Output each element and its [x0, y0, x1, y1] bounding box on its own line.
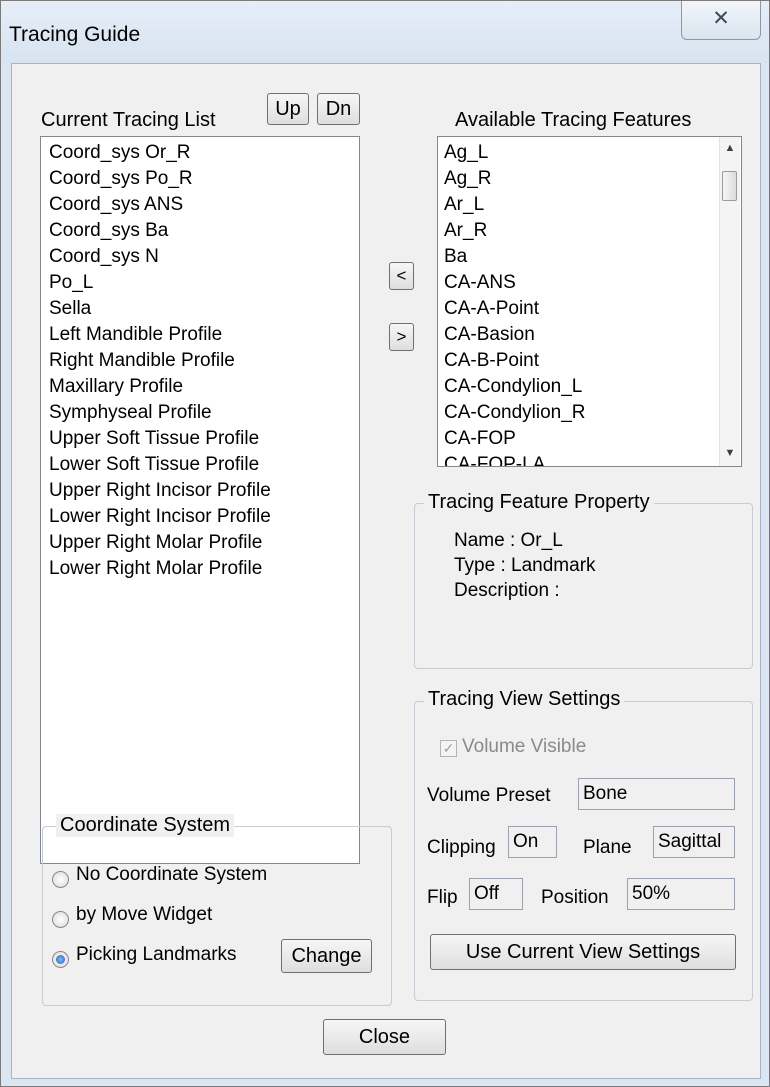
- no-coordinate-system-label: No Coordinate System: [76, 864, 268, 885]
- change-button[interactable]: Change: [281, 939, 372, 973]
- list-item[interactable]: Ag_L: [444, 140, 741, 166]
- list-item[interactable]: Upper Right Incisor Profile: [49, 478, 359, 504]
- list-item[interactable]: CA-Condylion_R: [444, 400, 741, 426]
- clipping-label: Clipping: [427, 837, 496, 858]
- window-title: Tracing Guide: [9, 23, 141, 46]
- list-item[interactable]: CA-FOP-LA: [444, 452, 741, 466]
- position-label: Position: [541, 887, 609, 908]
- current-tracing-listbox[interactable]: Coord_sys Or_R Coord_sys Po_R Coord_sys AN…: [40, 136, 360, 864]
- volume-visible-label: Volume Visible: [462, 736, 587, 757]
- list-item[interactable]: Coord_sys Ba: [49, 218, 359, 244]
- list-item[interactable]: Upper Right Molar Profile: [49, 530, 359, 556]
- radio-no-coordinate-system[interactable]: [52, 871, 69, 888]
- volume-preset-label: Volume Preset: [427, 785, 551, 806]
- list-item[interactable]: Po_L: [49, 270, 359, 296]
- list-item[interactable]: Lower Right Incisor Profile: [49, 504, 359, 530]
- radio-by-move-widget[interactable]: [52, 911, 69, 928]
- list-item[interactable]: Coord_sys Po_R: [49, 166, 359, 192]
- dialog-body: Current Tracing List Up Dn Coord_sys Or_…: [11, 63, 761, 1079]
- clipping-field[interactable]: On: [508, 826, 557, 858]
- list-item[interactable]: Ar_L: [444, 192, 741, 218]
- volume-preset-field[interactable]: Bone: [578, 778, 735, 810]
- checkmark-icon: ✓: [442, 740, 455, 756]
- available-features-label: Available Tracing Features: [455, 109, 692, 131]
- radio-picking-landmarks[interactable]: [52, 951, 69, 968]
- list-item[interactable]: CA-FOP: [444, 426, 741, 452]
- by-move-widget-label: by Move Widget: [76, 904, 213, 925]
- feature-type-text: Type : Landmark: [454, 555, 596, 576]
- plane-label: Plane: [583, 837, 632, 858]
- vertical-scrollbar[interactable]: ▲ ▼: [719, 137, 740, 466]
- title-bar[interactable]: Tracing Guide ✕: [1, 1, 769, 63]
- feature-property-title: Tracing Feature Property: [424, 491, 654, 514]
- list-item[interactable]: CA-ANS: [444, 270, 741, 296]
- position-field[interactable]: 50%: [627, 878, 735, 910]
- list-item[interactable]: CA-Condylion_L: [444, 374, 741, 400]
- list-item[interactable]: CA-A-Point: [444, 296, 741, 322]
- plane-field[interactable]: Sagittal: [653, 826, 735, 858]
- list-item[interactable]: Sella: [49, 296, 359, 322]
- move-left-button[interactable]: <: [389, 262, 414, 290]
- list-item[interactable]: Lower Soft Tissue Profile: [49, 452, 359, 478]
- scroll-up-icon[interactable]: ▲: [720, 137, 740, 159]
- list-item[interactable]: Coord_sys Or_R: [49, 140, 359, 166]
- feature-name-text: Name : Or_L: [454, 530, 563, 551]
- move-right-button[interactable]: >: [389, 323, 414, 351]
- list-item[interactable]: CA-Basion: [444, 322, 741, 348]
- move-up-button[interactable]: Up: [267, 93, 309, 125]
- flip-field[interactable]: Off: [469, 878, 523, 910]
- move-down-button[interactable]: Dn: [317, 93, 360, 125]
- flip-label: Flip: [427, 887, 458, 908]
- list-item[interactable]: Coord_sys N: [49, 244, 359, 270]
- feature-description-text: Description :: [454, 580, 560, 601]
- list-item[interactable]: Ba: [444, 244, 741, 270]
- list-item[interactable]: Left Mandible Profile: [49, 322, 359, 348]
- volume-visible-checkbox[interactable]: ✓: [440, 740, 457, 757]
- current-tracing-list-label: Current Tracing List: [41, 109, 216, 131]
- list-item[interactable]: Coord_sys ANS: [49, 192, 359, 218]
- list-item[interactable]: Maxillary Profile: [49, 374, 359, 400]
- close-window-button[interactable]: ✕: [681, 1, 761, 40]
- view-settings-title: Tracing View Settings: [424, 688, 625, 711]
- list-item[interactable]: Right Mandible Profile: [49, 348, 359, 374]
- scroll-down-icon[interactable]: ▼: [720, 442, 740, 464]
- list-item[interactable]: Ag_R: [444, 166, 741, 192]
- coordinate-system-title: Coordinate System: [56, 814, 235, 837]
- list-item[interactable]: Upper Soft Tissue Profile: [49, 426, 359, 452]
- close-button[interactable]: Close: [323, 1019, 446, 1055]
- close-icon: ✕: [712, 7, 730, 30]
- use-current-view-settings-button[interactable]: Use Current View Settings: [430, 934, 736, 970]
- list-item[interactable]: Ar_R: [444, 218, 741, 244]
- picking-landmarks-label: Picking Landmarks: [76, 944, 237, 965]
- list-item[interactable]: Symphyseal Profile: [49, 400, 359, 426]
- tracing-guide-window: Tracing Guide ✕ Current Tracing List Up …: [0, 0, 770, 1087]
- available-features-listbox[interactable]: Ag_L Ag_R Ar_L Ar_R Ba CA-ANS CA-A-Point CA-Bas…: [437, 136, 742, 467]
- scroll-thumb[interactable]: [722, 171, 737, 201]
- list-item[interactable]: Lower Right Molar Profile: [49, 556, 359, 582]
- list-item[interactable]: CA-B-Point: [444, 348, 741, 374]
